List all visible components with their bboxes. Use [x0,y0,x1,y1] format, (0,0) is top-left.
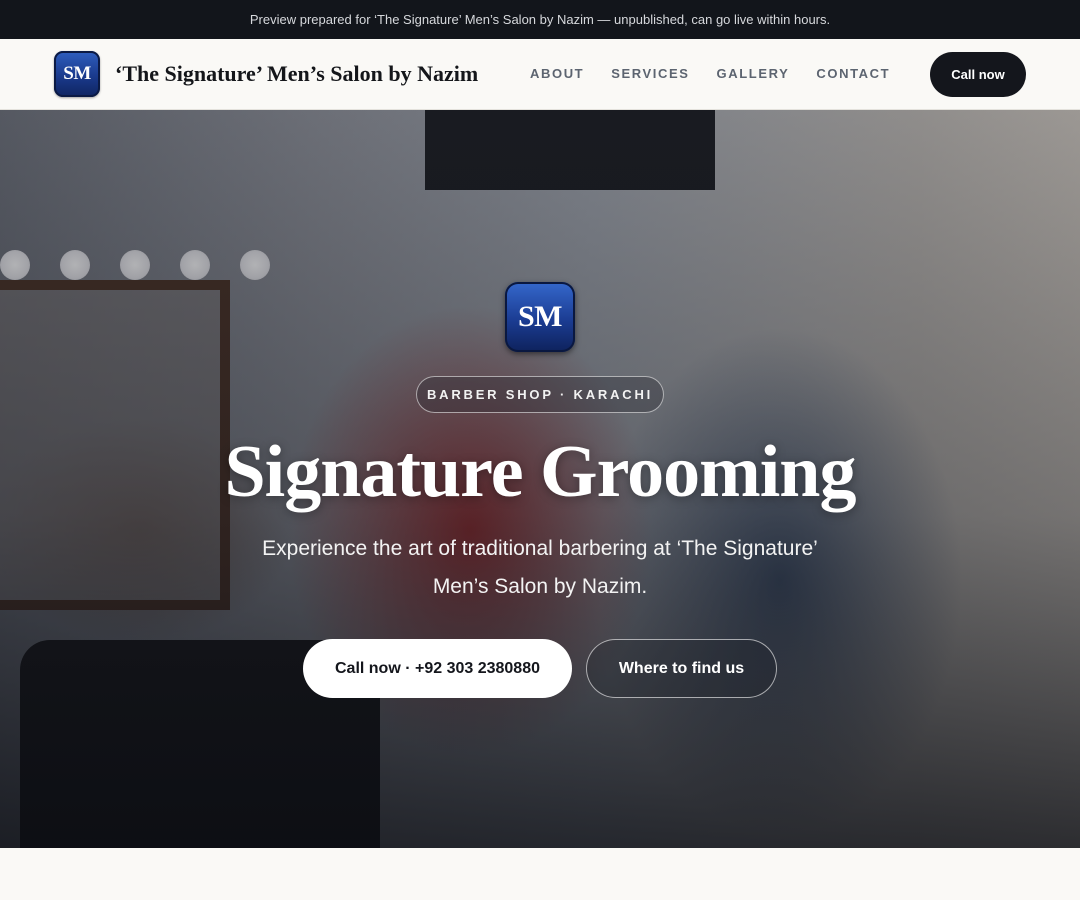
hero-subtitle: Experience the art of traditional barber… [262,537,818,598]
main-nav: ABOUT SERVICES GALLERY CONTACT [530,66,917,81]
hero-logo-monogram: SM [518,300,563,333]
hero-logo-badge: SM [505,282,575,352]
hero-title: Signature Grooming [224,431,857,513]
nav-link-gallery[interactable]: GALLERY [717,66,790,81]
nav-link-services[interactable]: SERVICES [611,66,689,81]
logo-badge[interactable]: SM [54,51,100,97]
brand-name[interactable]: ‘The Signature’ Men’s Salon by Nazim [115,61,478,87]
nav-link-contact[interactable]: CONTACT [816,66,890,81]
nav-link-about[interactable]: ABOUT [530,66,584,81]
hero-location-button[interactable]: Where to find us [586,639,777,698]
hero-call-button[interactable]: Call now · +92 303 2380880 [303,639,572,698]
hero-tagline-pill: BARBER SHOP · KARACHI [416,376,664,413]
hero-section: SM BARBER SHOP · KARACHI Signature Groom… [0,110,1080,848]
preview-banner-text: Preview prepared for ‘The Signature’ Men… [249,12,831,27]
site-header: SM ‘The Signature’ Men’s Salon by Nazim … [0,39,1080,110]
preview-banner: Preview prepared for ‘The Signature’ Men… [0,0,1080,39]
call-now-button[interactable]: Call now [930,52,1026,97]
logo-monogram: SM [63,63,91,84]
